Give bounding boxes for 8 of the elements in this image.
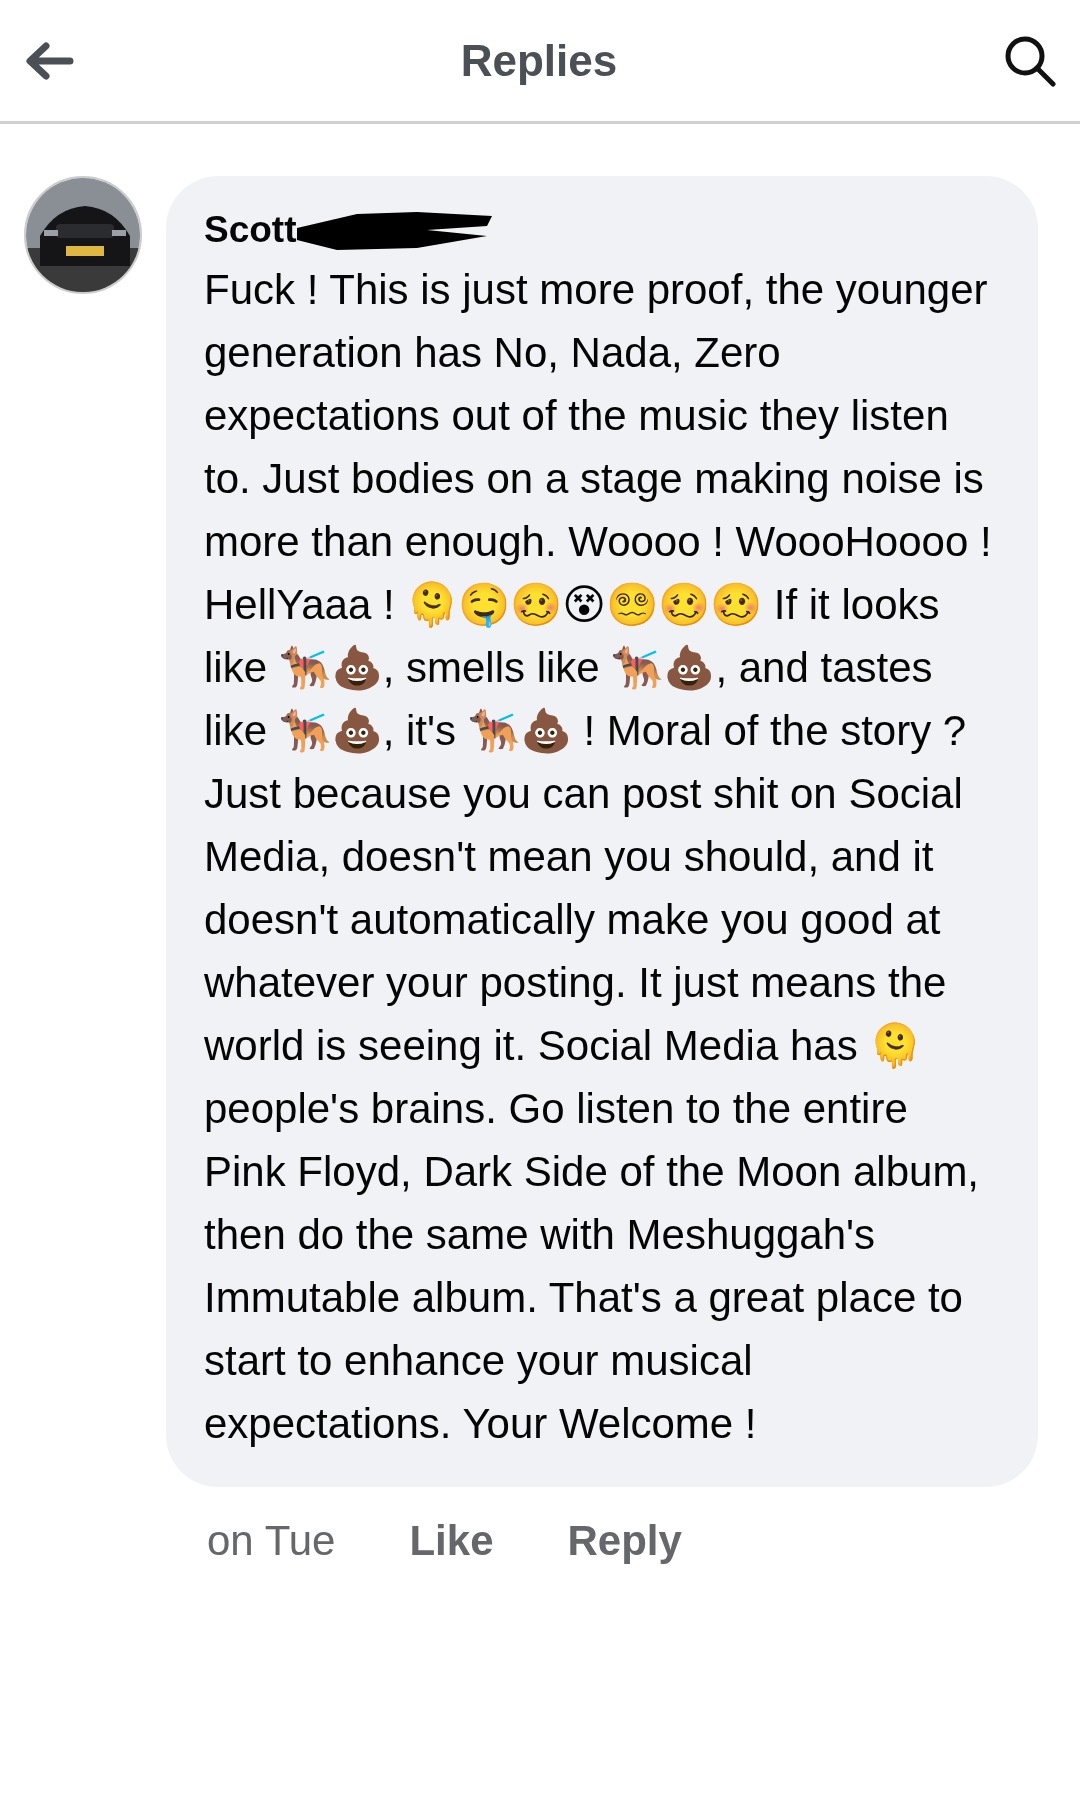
back-arrow-icon[interactable] — [24, 40, 74, 81]
like-button[interactable]: Like — [409, 1508, 494, 1572]
comment-text: Fuck ! This is just more proof, the younger generation has No, Nada, Zero expectations out of the music they listen to. Just bodies on a stage making noise is more than enough. Woooo ! WoooHoooo ! HellYaaa ! 🫠🤤🥴😵😵‍💫🥴🥴 If it looks like 🐕‍🦺💩, smells like 🐕‍🦺💩, and tastes like 🐕‍🦺💩, it's 🐕‍🦺💩 ! Moral of the story ? Just because you can post shit on Social Media, doesn't mean you should, and it doesn't automatically make you good at whatever your posting. It just means the world is seeing it. Social Media has 🫠 people's brains. Go listen to the entire Pink Floyd, Dark Side of the Moon album, then do the same with Meshuggah's Immutable album. That's a great place to start to enhance your musical expectations. Your Welcome ! — [204, 264, 993, 1449]
author-name[interactable]: Scott — [204, 202, 297, 258]
search-icon[interactable] — [1004, 34, 1056, 87]
timestamp: on Tue — [207, 1515, 336, 1566]
page-title: Replies — [460, 34, 618, 87]
reply-button[interactable]: Reply — [567, 1508, 682, 1572]
